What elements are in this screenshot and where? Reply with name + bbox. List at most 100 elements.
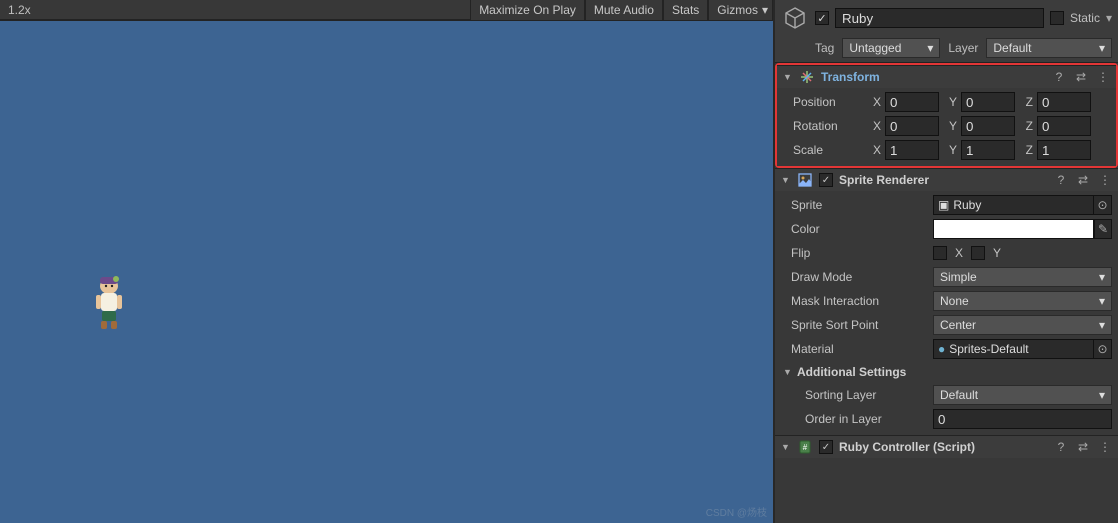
chevron-down-icon: ▾ [1099, 318, 1105, 332]
position-x-input[interactable] [885, 92, 939, 112]
sprite-value: Ruby [953, 198, 981, 212]
chevron-down-icon: ▾ [1099, 270, 1105, 284]
sprite-renderer-icon [797, 172, 813, 188]
sorting-layer-dropdown[interactable]: Default ▾ [933, 385, 1112, 405]
material-object-field[interactable]: ● Sprites-Default ⊙ [933, 339, 1112, 359]
color-label: Color [781, 222, 927, 236]
position-y-input[interactable] [961, 92, 1015, 112]
watermark: CSDN @炀枝 [706, 504, 767, 519]
transform-component: ▼ Transform ? ⇄ ⋮ Position X Y [777, 65, 1116, 166]
axis-y-label: Y [943, 119, 957, 133]
foldout-icon[interactable]: ▼ [781, 175, 791, 185]
flip-y-checkbox[interactable] [971, 246, 985, 260]
sprite-renderer-enable-checkbox[interactable]: ✓ [819, 173, 833, 187]
menu-icon[interactable]: ⋮ [1098, 440, 1112, 454]
ruby-controller-title: Ruby Controller (Script) [839, 440, 975, 454]
maximize-on-play-button[interactable]: Maximize On Play [470, 0, 585, 20]
sprite-renderer-component: ▼ ✓ Sprite Renderer ? ⇄ ⋮ Sprite ▣ Ruby ⊙… [775, 168, 1118, 435]
menu-icon[interactable]: ⋮ [1098, 173, 1112, 187]
order-in-layer-input[interactable] [933, 409, 1112, 429]
scale-x-input[interactable] [885, 140, 939, 160]
transform-highlight: ▼ Transform ? ⇄ ⋮ Position X Y [775, 63, 1118, 168]
scale-y-input[interactable] [961, 140, 1015, 160]
mute-audio-button[interactable]: Mute Audio [585, 0, 663, 20]
chevron-down-icon: ▾ [1099, 388, 1105, 402]
foldout-icon[interactable]: ▼ [783, 367, 793, 377]
flip-x-checkbox[interactable] [933, 246, 947, 260]
flip-label: Flip [781, 246, 927, 260]
static-checkbox[interactable] [1050, 11, 1064, 25]
material-value: Sprites-Default [949, 342, 1028, 356]
eyedropper-icon[interactable]: ✎ [1094, 219, 1112, 239]
scale-z-input[interactable] [1037, 140, 1091, 160]
sprite-object-field[interactable]: ▣ Ruby ⊙ [933, 195, 1112, 215]
ruby-controller-component: ▼ # ✓ Ruby Controller (Script) ? ⇄ ⋮ [775, 435, 1118, 458]
help-icon[interactable]: ? [1054, 173, 1068, 187]
axis-y-label: Y [943, 143, 957, 157]
axis-x-label: X [867, 95, 881, 109]
additional-settings-title: Additional Settings [797, 365, 906, 379]
chevron-down-icon: ▾ [1099, 41, 1105, 55]
color-swatch[interactable] [933, 219, 1094, 239]
mask-interaction-label: Mask Interaction [781, 294, 927, 308]
chevron-down-icon: ▾ [927, 41, 933, 55]
gizmos-label: Gizmos [717, 3, 758, 17]
preset-icon[interactable]: ⇄ [1076, 173, 1090, 187]
flip-x-label: X [955, 246, 963, 260]
draw-mode-value: Simple [940, 270, 977, 284]
ruby-sprite [92, 275, 126, 331]
rotation-z-input[interactable] [1037, 116, 1091, 136]
position-z-input[interactable] [1037, 92, 1091, 112]
gameobject-icon[interactable] [781, 4, 809, 32]
gizmos-button[interactable]: Gizmos ▾ [708, 0, 773, 20]
preset-icon[interactable]: ⇄ [1074, 70, 1088, 84]
material-mini-icon: ● [938, 342, 945, 356]
active-checkbox[interactable]: ✓ [815, 11, 829, 25]
gameobject-name-input[interactable] [835, 8, 1044, 28]
foldout-icon[interactable]: ▼ [783, 72, 793, 82]
sprite-label: Sprite [781, 198, 927, 212]
axis-x-label: X [867, 143, 881, 157]
chevron-down-icon[interactable]: ▾ [1106, 11, 1112, 25]
order-in-layer-label: Order in Layer [781, 412, 927, 426]
draw-mode-label: Draw Mode [781, 270, 927, 284]
svg-text:#: # [803, 443, 808, 452]
object-picker-icon[interactable]: ⊙ [1093, 340, 1111, 358]
menu-icon[interactable]: ⋮ [1096, 70, 1110, 84]
sorting-layer-value: Default [940, 388, 978, 402]
inspector-panel: ✓ Static ▾ Tag Untagged ▾ Layer Default … [775, 0, 1118, 523]
axis-z-label: Z [1019, 119, 1033, 133]
tag-value: Untagged [849, 41, 901, 55]
material-label: Material [781, 342, 927, 356]
game-viewport[interactable]: CSDN @炀枝 [0, 20, 773, 523]
stats-button[interactable]: Stats [663, 0, 708, 20]
sprite-mini-icon: ▣ [938, 198, 949, 212]
gameobject-header: ✓ Static ▾ Tag Untagged ▾ Layer Default … [775, 0, 1118, 63]
layer-value: Default [993, 41, 1031, 55]
rotation-x-input[interactable] [885, 116, 939, 136]
tag-dropdown[interactable]: Untagged ▾ [842, 38, 940, 58]
help-icon[interactable]: ? [1052, 70, 1066, 84]
axis-z-label: Z [1019, 143, 1033, 157]
draw-mode-dropdown[interactable]: Simple ▾ [933, 267, 1112, 287]
chevron-down-icon: ▾ [1099, 294, 1105, 308]
foldout-icon[interactable]: ▼ [781, 442, 791, 452]
sprite-renderer-title: Sprite Renderer [839, 173, 929, 187]
flip-y-label: Y [993, 246, 1001, 260]
transform-icon [799, 69, 815, 85]
help-icon[interactable]: ? [1054, 440, 1068, 454]
preset-icon[interactable]: ⇄ [1076, 440, 1090, 454]
ruby-controller-enable-checkbox[interactable]: ✓ [819, 440, 833, 454]
rotation-y-input[interactable] [961, 116, 1015, 136]
sorting-layer-label: Sorting Layer [781, 388, 927, 402]
object-picker-icon[interactable]: ⊙ [1093, 196, 1111, 214]
sprite-sort-point-dropdown[interactable]: Center ▾ [933, 315, 1112, 335]
static-label: Static [1070, 11, 1100, 25]
layer-dropdown[interactable]: Default ▾ [986, 38, 1112, 58]
mask-interaction-dropdown[interactable]: None ▾ [933, 291, 1112, 311]
tag-label: Tag [815, 41, 834, 55]
position-label: Position [783, 95, 863, 109]
axis-z-label: Z [1019, 95, 1033, 109]
game-toolbar: 1.2x Maximize On Play Mute Audio Stats G… [0, 0, 773, 20]
chevron-down-icon: ▾ [762, 3, 768, 17]
